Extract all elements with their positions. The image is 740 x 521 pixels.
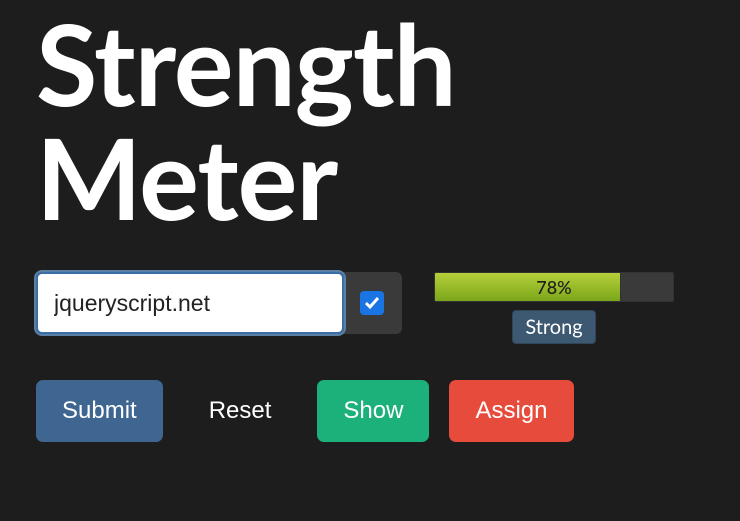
check-icon bbox=[364, 295, 380, 311]
strength-percent-label: 78% bbox=[435, 273, 673, 301]
password-input[interactable] bbox=[36, 272, 344, 334]
reset-button[interactable]: Reset bbox=[183, 380, 298, 442]
strength-badge: Strong bbox=[512, 310, 595, 344]
strength-progress: 78% bbox=[434, 272, 674, 302]
submit-button[interactable]: Submit bbox=[36, 380, 163, 442]
page-title: Strength Meter bbox=[36, 0, 740, 234]
input-row: 78% Strong bbox=[36, 272, 740, 344]
checkbox-wrap bbox=[344, 272, 388, 334]
meter-area: 78% Strong bbox=[434, 272, 674, 344]
show-button[interactable]: Show bbox=[317, 380, 429, 442]
button-row: Submit Reset Show Assign bbox=[36, 380, 740, 442]
toggle-checkbox[interactable] bbox=[360, 291, 384, 315]
assign-button[interactable]: Assign bbox=[449, 380, 573, 442]
input-group bbox=[36, 272, 402, 334]
